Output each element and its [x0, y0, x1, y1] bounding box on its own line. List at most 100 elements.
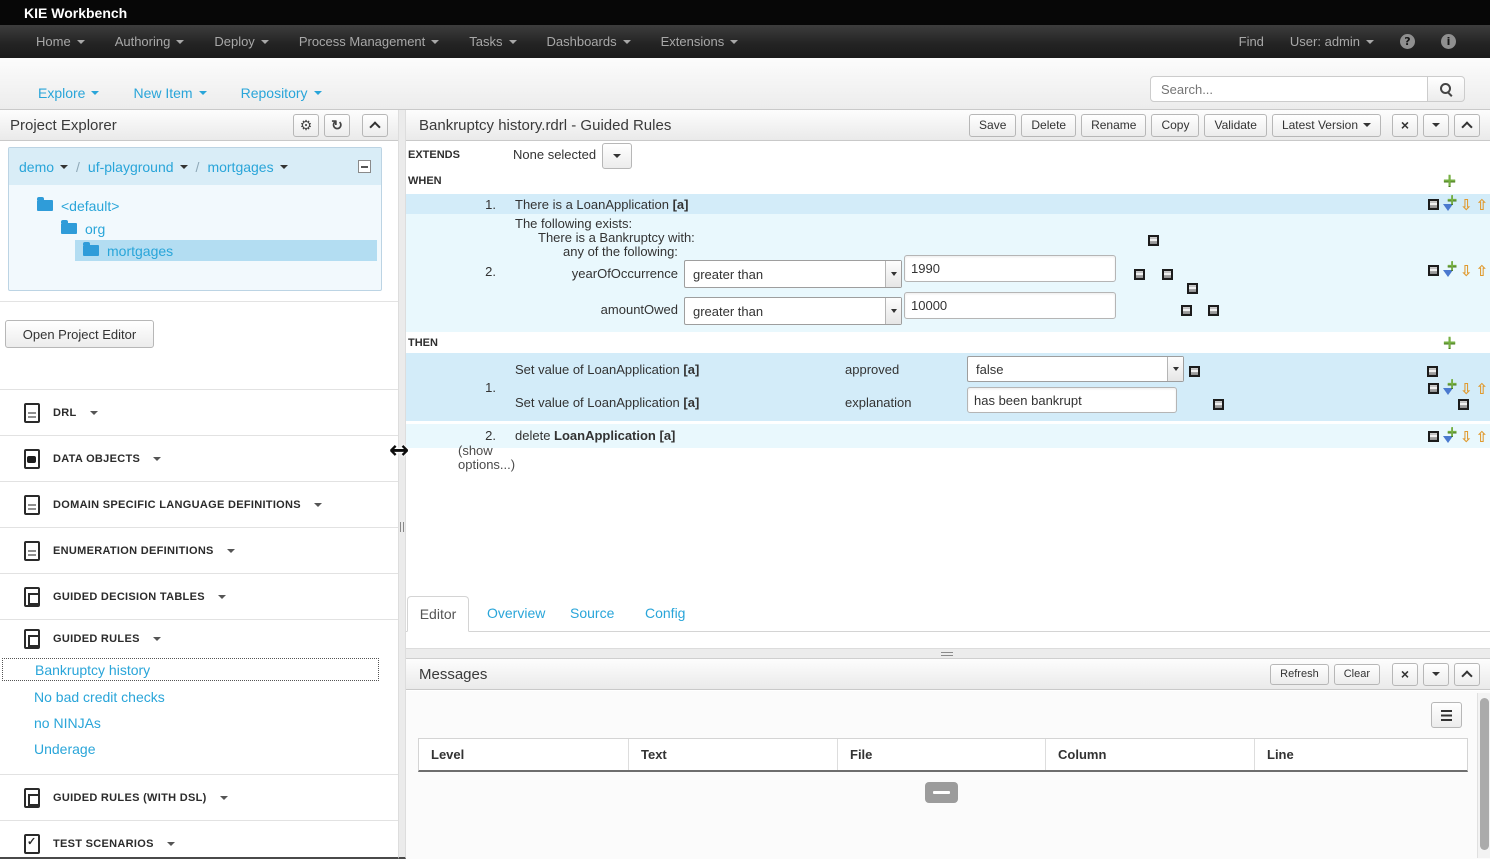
- minimize-icon[interactable]: [358, 160, 371, 173]
- move-down-icon[interactable]: [1460, 198, 1473, 212]
- explorer-collapse-button[interactable]: [362, 114, 388, 137]
- add-condition-icon[interactable]: [1442, 174, 1457, 188]
- value-input-yearofoccurrence[interactable]: [904, 255, 1116, 282]
- help-icon[interactable]: ?: [1400, 34, 1415, 49]
- section-dsl-definitions[interactable]: DOMAIN SPECIFIC LANGUAGE DEFINITIONS: [0, 481, 398, 527]
- remove-restriction-icon[interactable]: [1134, 269, 1145, 280]
- move-up-icon[interactable]: [1476, 382, 1489, 396]
- approved-value-select[interactable]: false: [967, 356, 1184, 382]
- validate-button[interactable]: Validate: [1204, 114, 1266, 137]
- add-action-below-icon[interactable]: [1442, 429, 1457, 444]
- messages-menu-button[interactable]: [1423, 663, 1449, 686]
- tree-item-org[interactable]: org: [9, 217, 381, 240]
- nav-tasks[interactable]: Tasks: [469, 34, 516, 49]
- explorer-settings-button[interactable]: [293, 114, 319, 137]
- chevron-down-icon: [891, 272, 897, 276]
- info-icon[interactable]: i: [1441, 34, 1456, 49]
- refresh-button[interactable]: Refresh: [1270, 664, 1329, 685]
- show-options-link[interactable]: (show options...): [458, 444, 520, 472]
- menu-explore[interactable]: Explore: [38, 85, 99, 101]
- scrollbar-thumb[interactable]: [1480, 698, 1489, 850]
- remove-condition-icon[interactable]: [1428, 265, 1439, 276]
- refresh-icon: [331, 117, 343, 134]
- nav-authoring[interactable]: Authoring: [115, 34, 185, 49]
- clear-button[interactable]: Clear: [1334, 664, 1380, 685]
- save-button[interactable]: Save: [969, 114, 1016, 137]
- remove-pattern-icon[interactable]: [1148, 235, 1159, 246]
- remove-restriction-icon[interactable]: [1208, 305, 1219, 316]
- tree-item-mortgages[interactable]: mortgages: [75, 240, 377, 261]
- remove-action-row-icon[interactable]: [1428, 431, 1439, 442]
- remove-action-icon[interactable]: [1427, 366, 1438, 377]
- move-up-icon[interactable]: [1476, 430, 1489, 444]
- nav-home[interactable]: Home: [36, 34, 85, 49]
- section-data-objects[interactable]: DATA OBJECTS: [0, 435, 398, 481]
- nav-process-management[interactable]: Process Management: [299, 34, 439, 49]
- nav-find[interactable]: Find: [1239, 34, 1264, 49]
- value-input-amountowed[interactable]: [904, 292, 1116, 319]
- nav-extensions[interactable]: Extensions: [661, 34, 739, 49]
- move-down-icon[interactable]: [1460, 382, 1473, 396]
- remove-condition-icon[interactable]: [1428, 199, 1439, 210]
- operator-select[interactable]: greater than: [684, 260, 902, 288]
- editor-collapse-button[interactable]: [1454, 114, 1480, 137]
- tab-config[interactable]: Config: [645, 595, 685, 631]
- move-down-icon[interactable]: [1460, 430, 1473, 444]
- remove-restriction-icon[interactable]: [1187, 283, 1198, 294]
- nav-deploy[interactable]: Deploy: [214, 34, 268, 49]
- nav-dashboards[interactable]: Dashboards: [547, 34, 631, 49]
- breadcrumb-org-unit[interactable]: demo: [19, 159, 68, 175]
- add-condition-below-icon[interactable]: [1442, 197, 1457, 212]
- remove-field-icon[interactable]: [1189, 366, 1200, 377]
- remove-restriction-icon[interactable]: [1181, 305, 1192, 316]
- column-picker-button[interactable]: [1431, 702, 1462, 728]
- explorer-refresh-button[interactable]: [324, 114, 350, 137]
- breadcrumb-project[interactable]: mortgages: [207, 159, 287, 175]
- section-guided-decision-tables[interactable]: GUIDED DECISION TABLES: [0, 573, 398, 619]
- move-down-icon[interactable]: [1460, 264, 1473, 278]
- tab-source[interactable]: Source: [570, 595, 614, 631]
- open-project-editor-button[interactable]: Open Project Editor: [5, 320, 154, 348]
- remove-field-icon[interactable]: [1213, 399, 1224, 410]
- extends-dropdown-button[interactable]: [602, 143, 632, 169]
- close-messages-button[interactable]: ×: [1392, 663, 1418, 686]
- section-guided-rules-with-dsl[interactable]: GUIDED RULES (WITH DSL): [0, 774, 398, 820]
- close-editor-button[interactable]: ×: [1392, 114, 1418, 137]
- copy-button[interactable]: Copy: [1151, 114, 1199, 137]
- panel-toggle-handle[interactable]: [925, 782, 958, 803]
- remove-action-icon[interactable]: [1458, 399, 1469, 410]
- horizontal-splitter[interactable]: [406, 648, 1490, 659]
- add-condition-below-icon[interactable]: [1442, 263, 1457, 278]
- add-action-icon[interactable]: [1442, 336, 1457, 350]
- editor-menu-button[interactable]: [1423, 114, 1449, 137]
- move-up-icon[interactable]: [1476, 264, 1489, 278]
- tab-overview[interactable]: Overview: [487, 595, 545, 631]
- rule-link-no-ninjas[interactable]: no NINJAs: [0, 710, 398, 736]
- vertical-splitter[interactable]: [398, 110, 406, 859]
- menu-repository[interactable]: Repository: [241, 85, 322, 101]
- menu-new-item[interactable]: New Item: [133, 85, 206, 101]
- messages-collapse-button[interactable]: [1454, 663, 1480, 686]
- section-test-scenarios[interactable]: TEST SCENARIOS: [0, 820, 398, 859]
- remove-restriction-icon[interactable]: [1162, 269, 1173, 280]
- search-input[interactable]: [1150, 76, 1428, 102]
- operator-select[interactable]: greater than: [684, 297, 902, 325]
- version-dropdown-button[interactable]: Latest Version: [1272, 114, 1381, 137]
- add-action-below-icon[interactable]: [1442, 381, 1457, 396]
- section-enumeration-definitions[interactable]: ENUMERATION DEFINITIONS: [0, 527, 398, 573]
- rule-link-underage[interactable]: Underage: [0, 736, 398, 762]
- section-drl[interactable]: DRL: [0, 389, 398, 435]
- remove-action-row-icon[interactable]: [1428, 383, 1439, 394]
- tab-editor[interactable]: Editor: [407, 596, 469, 632]
- search-button[interactable]: [1428, 76, 1465, 102]
- explanation-value-input[interactable]: [967, 387, 1177, 413]
- move-up-icon[interactable]: [1476, 198, 1489, 212]
- rule-link-no-bad-credit-checks[interactable]: No bad credit checks: [0, 684, 398, 710]
- nav-user-menu[interactable]: User: admin: [1290, 34, 1374, 49]
- rule-link-bankruptcy-history[interactable]: Bankruptcy history: [2, 658, 379, 681]
- delete-button[interactable]: Delete: [1021, 114, 1076, 137]
- rename-button[interactable]: Rename: [1081, 114, 1146, 137]
- breadcrumb-repository[interactable]: uf-playground: [88, 159, 188, 175]
- tree-item-default[interactable]: <default>: [9, 194, 381, 217]
- section-guided-rules[interactable]: GUIDED RULES: [0, 619, 398, 657]
